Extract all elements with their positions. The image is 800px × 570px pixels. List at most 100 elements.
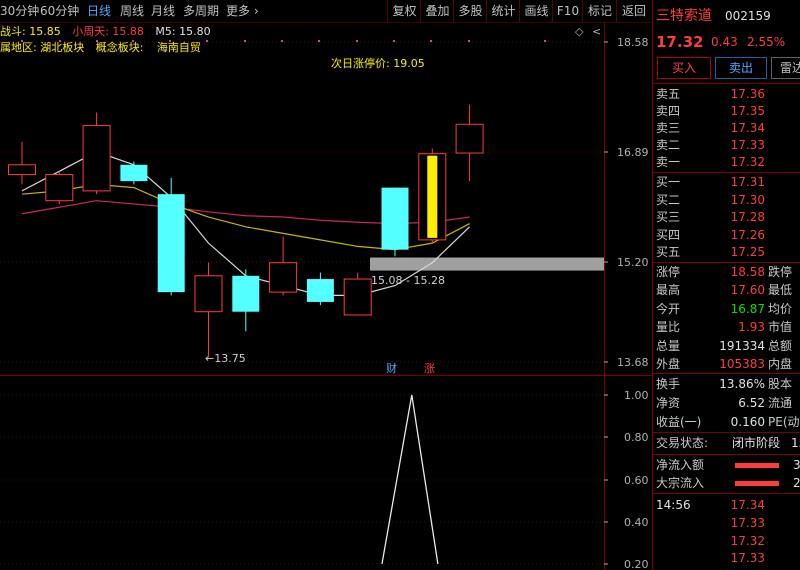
candle[interactable] — [45, 171, 74, 204]
ask-row[interactable]: 卖一 17.32 — [653, 153, 800, 171]
candlestick-layer — [8, 104, 484, 358]
stat-row[interactable]: 量比 1.93 市值 — [653, 318, 800, 336]
period-60min[interactable]: 60分钟 — [40, 0, 79, 22]
marker-dot — [59, 40, 61, 42]
candle[interactable] — [8, 141, 36, 185]
stat-label: 今开 — [656, 301, 681, 316]
stat-row[interactable]: 涨停 18.58 跌停 — [653, 263, 800, 281]
stat-row[interactable]: 外盘 105383 内盘 — [653, 355, 800, 373]
finance-badge[interactable]: 财 — [386, 361, 397, 375]
diamond-icon[interactable]: ◇ — [575, 25, 584, 38]
ask-price: 17.34 — [730, 121, 765, 135]
trade-status-value: 闭市阶段 — [732, 436, 781, 450]
tick-row[interactable]: 17.32 — [653, 532, 800, 550]
ask-row[interactable]: 卖二 17.33 — [653, 136, 800, 154]
candle[interactable] — [343, 272, 372, 316]
ask-row[interactable]: 卖三 17.34 — [653, 119, 800, 137]
stat2-row[interactable]: 换手 13.86% 股本 — [653, 375, 800, 393]
f10-button[interactable]: F10 — [552, 0, 583, 22]
ask-row[interactable]: 卖五 17.36 — [653, 85, 800, 103]
concept-label: 概念板块: — [96, 40, 144, 54]
stat2-value: 0.160 — [730, 414, 765, 429]
period-weekly[interactable]: 周线 — [120, 0, 144, 22]
period-30min[interactable]: 30分钟 — [0, 0, 39, 22]
bid-row[interactable]: 买三 17.28 — [653, 208, 800, 226]
radar-button[interactable]: 雷达 — [771, 57, 800, 79]
bid-label: 买五 — [656, 245, 681, 260]
trade-status-row: 交易状态: 闭市阶段 15 — [653, 434, 800, 452]
stat2-value: 13.86% — [719, 377, 765, 391]
candle[interactable] — [418, 148, 447, 244]
period-multi[interactable]: 多周期 — [183, 0, 219, 22]
kline-chart[interactable]: 18.58 16.89 15.20 13.68 1.00 0.80 0.60 0… — [0, 22, 652, 570]
candle-body — [381, 187, 409, 250]
price-label-3: 15.20 — [617, 256, 649, 269]
period-more[interactable]: 更多 › — [226, 0, 259, 22]
candle-body — [157, 194, 185, 293]
stat-row[interactable]: 最高 17.60 最低 — [653, 281, 800, 299]
ask-label: 卖四 — [656, 104, 681, 118]
candle[interactable] — [381, 187, 409, 257]
marker-dot — [96, 40, 98, 42]
stat-label-2: 市值 — [768, 320, 793, 335]
mark-button[interactable]: 标记 — [582, 0, 617, 22]
stat-value: 191334 — [719, 338, 765, 353]
statistics-button[interactable]: 统计 — [486, 0, 520, 22]
stat2-label: 换手 — [656, 377, 681, 391]
candle[interactable] — [194, 262, 223, 358]
period-monthly[interactable]: 月线 — [151, 0, 175, 22]
buy-button[interactable]: 买入 — [657, 57, 711, 79]
signal-bar — [427, 155, 438, 238]
multi-stock-button[interactable]: 多股 — [453, 0, 487, 22]
limit-badge[interactable]: 涨 — [424, 362, 435, 375]
stat2-row[interactable]: 收益(一) 0.160 PE(动 — [653, 413, 800, 431]
stat2-label-2: 股本 — [768, 377, 793, 391]
stat-value: 18.58 — [730, 265, 765, 279]
candle[interactable] — [455, 104, 484, 182]
indicator-axis: 1.00 0.80 0.60 0.40 0.20 — [604, 389, 649, 570]
bid-row[interactable]: 买五 17.25 — [653, 243, 800, 261]
candle-body — [455, 123, 484, 154]
stat-row[interactable]: 总量 191334 总额 — [653, 337, 800, 355]
back-button[interactable]: 返回 — [616, 0, 651, 22]
candle-body — [82, 125, 111, 192]
stat-value: 16.87 — [730, 301, 765, 316]
marker-dot — [393, 40, 395, 42]
adjust-button[interactable]: 复权 — [387, 0, 421, 22]
stock-header: 三特索道 002159 — [653, 5, 800, 27]
ask-label: 卖三 — [656, 121, 681, 135]
candle[interactable] — [306, 272, 334, 306]
legend-xiaozhoutian: 小周天: 15.88 — [72, 25, 144, 38]
ask-price: 17.33 — [730, 138, 765, 152]
stat2-row[interactable]: 净资 6.52 流通 — [653, 394, 800, 412]
stock-code: 002159 — [725, 9, 771, 23]
candle[interactable] — [157, 177, 185, 296]
candle[interactable] — [232, 269, 260, 332]
candle-body — [194, 275, 223, 313]
candle[interactable] — [269, 236, 298, 296]
price-change: 0.43 — [711, 35, 738, 49]
tick-row[interactable]: 17.34 — [653, 496, 800, 514]
chevron-left-icon[interactable]: < — [592, 25, 601, 38]
candle[interactable] — [120, 161, 148, 185]
bid-row[interactable]: 买一 17.31 — [653, 173, 800, 191]
tick-row[interactable]: 17.33 — [653, 549, 800, 567]
tick-row[interactable]: 17.33 — [653, 514, 800, 532]
candle[interactable] — [82, 112, 111, 195]
concept-value: 海南自贸 — [157, 40, 201, 54]
draw-line-button[interactable]: 画线 — [519, 0, 553, 22]
marker-dot — [430, 40, 432, 42]
stat-label-2: 均价 — [768, 301, 793, 316]
period-daily[interactable]: 日线 — [87, 0, 111, 22]
bid-row[interactable]: 买四 17.26 — [653, 226, 800, 244]
bid-row[interactable]: 买二 17.30 — [653, 191, 800, 209]
overlay-button[interactable]: 叠加 — [420, 0, 454, 22]
ask-label: 卖一 — [656, 155, 681, 169]
bid-price: 17.30 — [730, 192, 765, 207]
marker-dot — [169, 40, 171, 42]
sell-button[interactable]: 卖出 — [715, 57, 767, 79]
flow-label: 净流入额 — [656, 458, 705, 472]
stat-row[interactable]: 今开 16.87 均价 — [653, 300, 800, 318]
ask-row[interactable]: 卖四 17.35 — [653, 102, 800, 120]
separator — [653, 432, 800, 433]
